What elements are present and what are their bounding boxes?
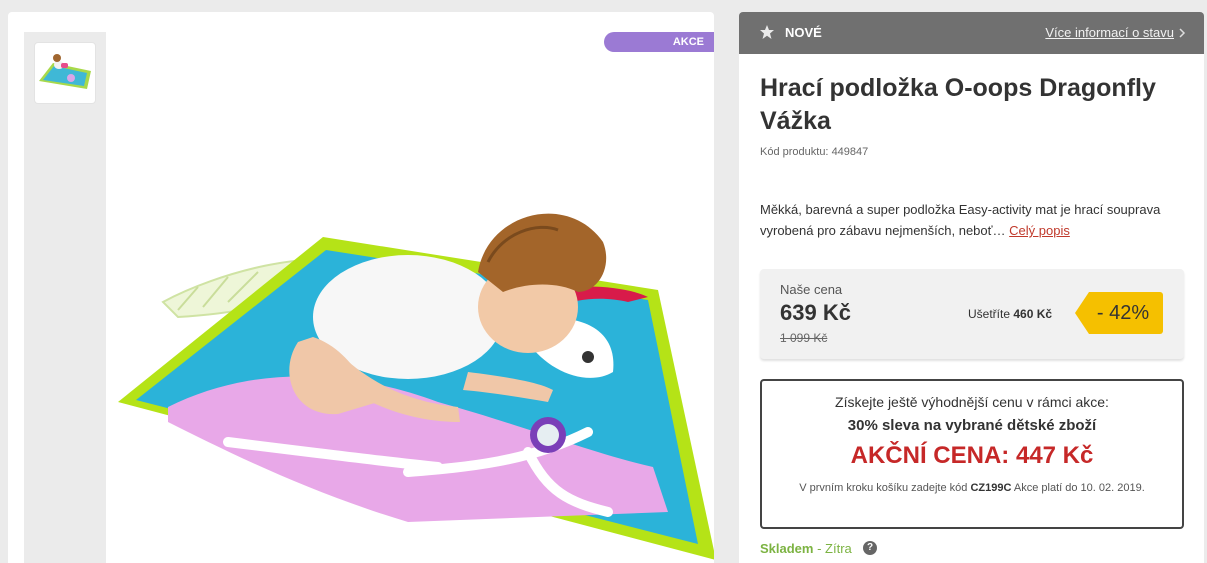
product-description: Měkká, barevná a super podložka Easy-act… bbox=[760, 199, 1170, 241]
current-price: 639 Kč bbox=[780, 300, 851, 325]
promo-intro: Získejte ještě výhodnější cenu v rámci a… bbox=[835, 394, 1109, 410]
promo-action-price: AKČNÍ CENA: 447 Kč bbox=[850, 442, 1094, 469]
chevron-right-icon bbox=[1179, 28, 1186, 38]
original-price: 1 099 Kč bbox=[780, 331, 828, 345]
savings: Ušetříte 460 Kč bbox=[968, 307, 1052, 321]
promo-note-post: Akce platí do 10. 02. 2019. bbox=[1013, 482, 1145, 494]
product-info-panel: Hrací podložka O-oops Dragonfly Vážka Kó… bbox=[739, 54, 1204, 563]
product-code-value: 449847 bbox=[831, 146, 869, 158]
product-thumbnail[interactable] bbox=[35, 43, 95, 103]
condition-info-link[interactable]: Více informací o stavu bbox=[1045, 25, 1174, 40]
description-text: Měkká, barevná a super podložka Easy-act… bbox=[760, 202, 1161, 238]
help-icon[interactable]: ? bbox=[863, 541, 877, 555]
savings-label: Ušetříte bbox=[968, 307, 1011, 321]
product-gallery: AKCE bbox=[8, 12, 714, 563]
delivery-when: Zítra bbox=[825, 541, 852, 556]
product-title: Hrací podložka O-oops Dragonfly Vážka bbox=[760, 74, 1156, 135]
savings-value: 460 Kč bbox=[1013, 307, 1053, 321]
thumbnail-column bbox=[24, 32, 106, 563]
thumbnail-image bbox=[39, 54, 91, 89]
price-label: Naše cena bbox=[780, 282, 843, 297]
condition-label: NOVÉ bbox=[785, 25, 822, 40]
stock-separator: - bbox=[813, 541, 826, 556]
promo-code: CZ199C bbox=[970, 482, 1012, 494]
stock-status: Skladem - Zítra bbox=[760, 541, 852, 556]
promo-box: Získejte ještě výhodnější cenu v rámci a… bbox=[760, 379, 1184, 529]
full-description-link[interactable]: Celý popis bbox=[1009, 223, 1070, 238]
product-code: Kód produktu: 449847 bbox=[760, 146, 868, 158]
sale-badge: AKCE bbox=[604, 32, 714, 52]
star-icon bbox=[760, 25, 774, 39]
price-box: Naše cena 639 Kč 1 099 Kč Ušetříte 460 K… bbox=[760, 269, 1184, 359]
condition-bar: NOVÉ Více informací o stavu bbox=[739, 12, 1204, 54]
discount-badge: - 42% bbox=[1075, 292, 1163, 334]
promo-note-pre: V prvním kroku košíku zadejte kód bbox=[799, 482, 968, 494]
product-code-label: Kód produktu: bbox=[760, 146, 829, 158]
product-main-image[interactable] bbox=[108, 72, 714, 563]
promo-title: 30% sleva na vybrané dětské zboží bbox=[847, 417, 1097, 434]
promo-note: V prvním kroku košíku zadejte kód CZ199C… bbox=[782, 478, 1162, 499]
stock-label: Skladem bbox=[760, 541, 814, 556]
